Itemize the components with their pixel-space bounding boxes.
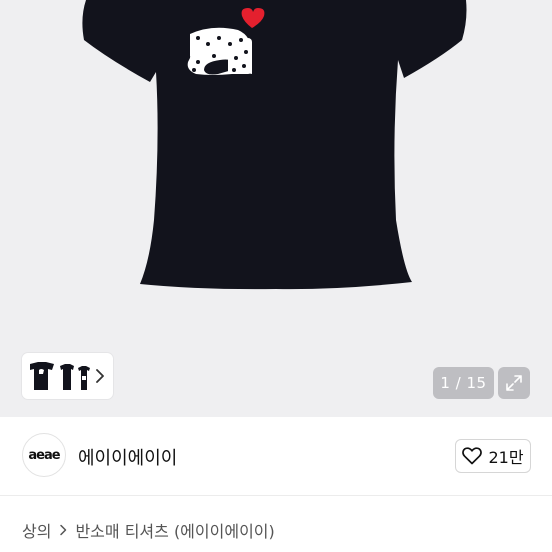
heart-outline-icon — [462, 447, 483, 465]
divider — [0, 495, 552, 496]
brand-row: aeae 에이이에이이 21만 — [0, 417, 552, 495]
product-image-gallery[interactable]: 1 / 15 — [0, 0, 552, 417]
breadcrumb: 상의 반소매 티셔츠 (에이이에이이) — [22, 518, 275, 542]
thumbnail-images — [30, 362, 90, 390]
expand-button[interactable] — [498, 367, 530, 399]
thumbnail-strip[interactable] — [22, 353, 113, 399]
image-counter: 1 / 15 — [433, 367, 494, 399]
brand-name[interactable]: 에이이에이이 — [78, 444, 177, 470]
breadcrumb-category[interactable]: 상의 — [22, 518, 51, 542]
breadcrumb-subcategory[interactable]: 반소매 티셔츠 (에이이에이이) — [75, 518, 274, 542]
chevron-right-icon — [59, 524, 67, 536]
brand-logo[interactable]: aeae — [22, 433, 66, 477]
chevron-right-icon[interactable] — [95, 368, 105, 384]
expand-icon — [506, 375, 522, 391]
like-button[interactable]: 21만 — [455, 439, 531, 473]
like-count: 21만 — [488, 448, 524, 467]
